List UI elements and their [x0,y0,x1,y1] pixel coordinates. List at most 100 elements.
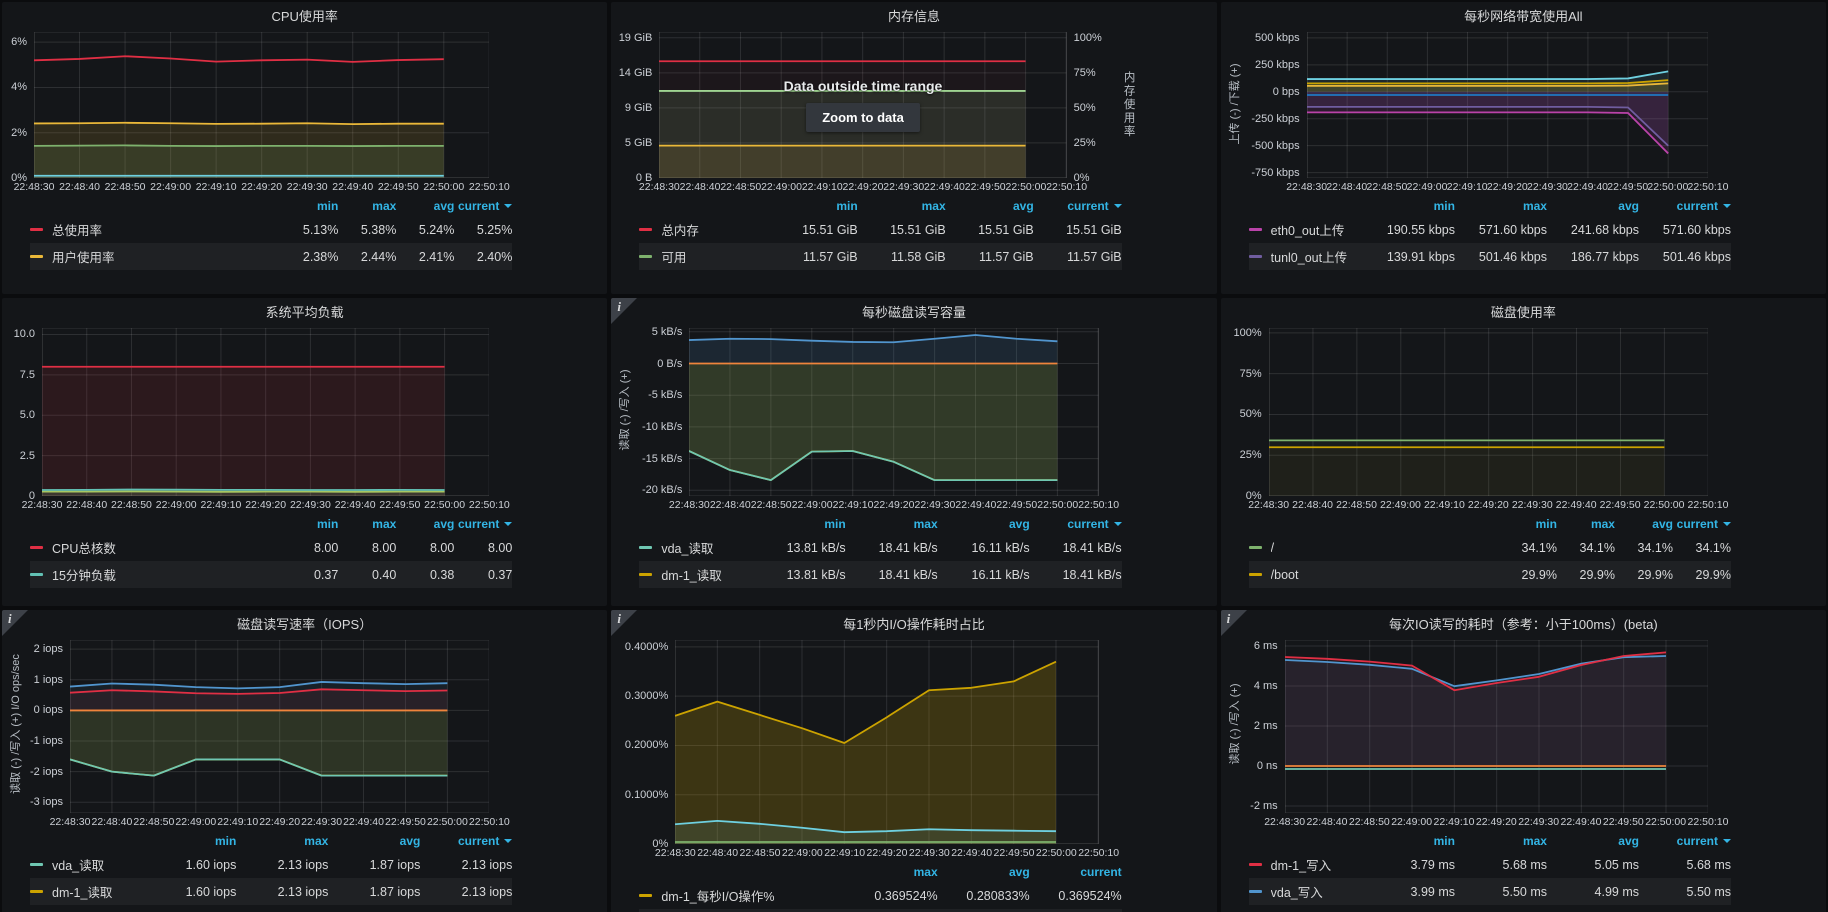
info-icon[interactable]: i [1221,610,1247,636]
x-tick-label: 22:50:10 [469,816,510,828]
x-tick-label: 22:48:50 [105,181,146,193]
chart-plot[interactable] [42,328,489,496]
legend-series-label[interactable]: / [1271,541,1499,555]
legend-sort-avg[interactable]: avg [1547,199,1639,213]
legend-value: 0.38 [396,568,454,582]
x-tick-label: 22:49:30 [914,499,955,511]
legend-sort-min[interactable]: min [1499,517,1557,531]
legend-sort-min[interactable]: min [770,199,858,213]
info-icon[interactable]: i [611,298,637,324]
panel-title[interactable]: 每1秒内I/O操作耗时占比 [611,610,1216,636]
right-y-tick-label: 75% [1074,67,1096,79]
info-icon[interactable]: i [611,610,637,636]
legend-series-label[interactable]: dm-1_读取 [661,565,753,584]
panel-title[interactable]: CPU使用率 [2,2,607,28]
legend-sort-avg[interactable]: avg [1615,517,1673,531]
legend-sort-current[interactable]: current [454,199,512,213]
legend-series-label[interactable]: dm-1_每秒I/O操作% [661,886,845,905]
legend-series-label[interactable]: dm-1_写入 [1271,855,1363,874]
chart-plot[interactable] [1285,640,1708,813]
x-tick-label: 22:49:00 [1391,816,1432,828]
info-icon[interactable]: i [2,610,28,636]
legend-sort-min[interactable]: min [1363,199,1455,213]
x-tick-label: 22:50:00 [1645,816,1686,828]
x-axis-tick-labels: 22:48:3022:48:4022:48:5022:49:0022:49:10… [70,815,489,831]
legend-sort-min[interactable]: min [144,834,236,848]
panel-title-text: 系统平均负载 [266,302,344,321]
legend-sort-current[interactable]: current [1673,517,1731,531]
legend-sort-avg[interactable]: avg [938,865,1030,879]
legend-series-label[interactable]: 用户使用率 [52,247,280,266]
y-tick-label: 500 kbps [1255,32,1300,44]
chart-plot[interactable] [70,640,489,813]
legend-sort-max[interactable]: max [846,517,938,531]
y-axis-tick-labels: 500 kbps250 kbps0 bps-250 kbps-500 kbps-… [1221,32,1307,178]
legend-series-label[interactable]: tunl0_out上传 [1271,247,1363,266]
legend-value: 29.9% [1557,568,1615,582]
y-tick-label: 0 iops [34,704,63,716]
panel-title[interactable]: 每秒网络带宽使用All [1221,2,1826,28]
legend-row: /boot29.9%29.9%29.9%29.9% [1249,561,1731,588]
legend-sort-avg[interactable]: avg [396,199,454,213]
legend-sort-current[interactable]: current [1030,865,1122,879]
chart-plot[interactable] [689,328,1098,496]
x-tick-label: 22:49:20 [1476,816,1517,828]
legend-sort-max[interactable]: max [236,834,328,848]
panel-title[interactable]: 每秒磁盘读写容量 [611,298,1216,324]
legend-series-label[interactable]: vda_读取 [52,855,144,874]
legend-sort-min[interactable]: min [280,199,338,213]
legend-sort-current[interactable]: current [454,517,512,531]
zoom-to-data-button[interactable]: Zoom to data [806,103,920,132]
legend-sort-avg[interactable]: avg [1547,834,1639,848]
legend-sort-avg[interactable]: avg [938,517,1030,531]
legend-sort-current[interactable]: current [1639,199,1731,213]
legend-sort-min[interactable]: min [280,517,338,531]
chart-plot[interactable] [34,32,489,178]
legend-row: eth0_out上传190.55 kbps571.60 kbps241.68 k… [1249,216,1731,243]
panel-title[interactable]: 磁盘使用率 [1221,298,1826,324]
legend-header: minmaxavgcurrent [30,831,512,851]
legend-series-label[interactable]: CPU总核数 [52,538,280,557]
legend-sort-current[interactable]: current [1034,199,1122,213]
legend-sort-current[interactable]: current [1639,834,1731,848]
legend-sort-max[interactable]: max [858,199,946,213]
chart-plot[interactable] [1269,328,1708,496]
legend-sort-min[interactable]: min [1363,834,1455,848]
legend-sort-max[interactable]: max [1455,199,1547,213]
legend-sort-max[interactable]: max [1455,834,1547,848]
legend-series-swatch [30,890,43,893]
legend-series-label[interactable]: vda_写入 [1271,882,1363,901]
panel-title-text: CPU使用率 [271,6,337,25]
legend-series-label[interactable]: /boot [1271,568,1499,582]
legend-sort-max[interactable]: max [846,865,938,879]
panel-title[interactable]: 磁盘读写速率（IOPS） [2,610,607,636]
panel-title[interactable]: 系统平均负载 [2,298,607,324]
legend-sort-max[interactable]: max [338,199,396,213]
panel-title[interactable]: 每次IO读写的耗时（参考：小于100ms）(beta) [1221,610,1826,636]
legend-series-label[interactable]: dm-1_读取 [52,882,144,901]
legend-series-label[interactable]: 可用 [661,247,769,266]
panel-io-time-percent: i 每1秒内I/O操作耗时占比 0.4000%0.3000%0.2000%0.1… [611,610,1216,912]
legend-series-label[interactable]: eth0_out上传 [1271,220,1363,239]
legend-sort-avg[interactable]: avg [396,517,454,531]
legend-value: 8.00 [396,541,454,555]
legend-sort-min[interactable]: min [754,517,846,531]
legend-series-label[interactable]: 15分钟负载 [52,565,280,584]
x-tick-label: 22:49:50 [379,499,420,511]
x-tick-label: 22:49:50 [996,499,1037,511]
legend-sort-avg[interactable]: avg [946,199,1034,213]
legend-sort-current[interactable]: current [1030,517,1122,531]
chart-plot[interactable] [675,640,1098,844]
panel-title[interactable]: 内存信息 [611,2,1216,28]
legend-sort-current[interactable]: current [420,834,512,848]
chevron-down-icon [504,204,512,208]
legend-series-label[interactable]: 总内存 [661,220,769,239]
legend-sort-max[interactable]: max [338,517,396,531]
legend-series-label[interactable]: vda_读取 [661,538,753,557]
chart-area: 19 GiB14 GiB9 GiB5 GiB0 B 22:48:3022:48:… [611,28,1216,196]
legend-series-label[interactable]: 总使用率 [52,220,280,239]
chart-plot[interactable] [1307,32,1708,178]
legend-sort-max[interactable]: max [1557,517,1615,531]
legend-row: dm-1_读取1.60 iops2.13 iops1.87 iops2.13 i… [30,878,512,905]
legend-sort-avg[interactable]: avg [328,834,420,848]
